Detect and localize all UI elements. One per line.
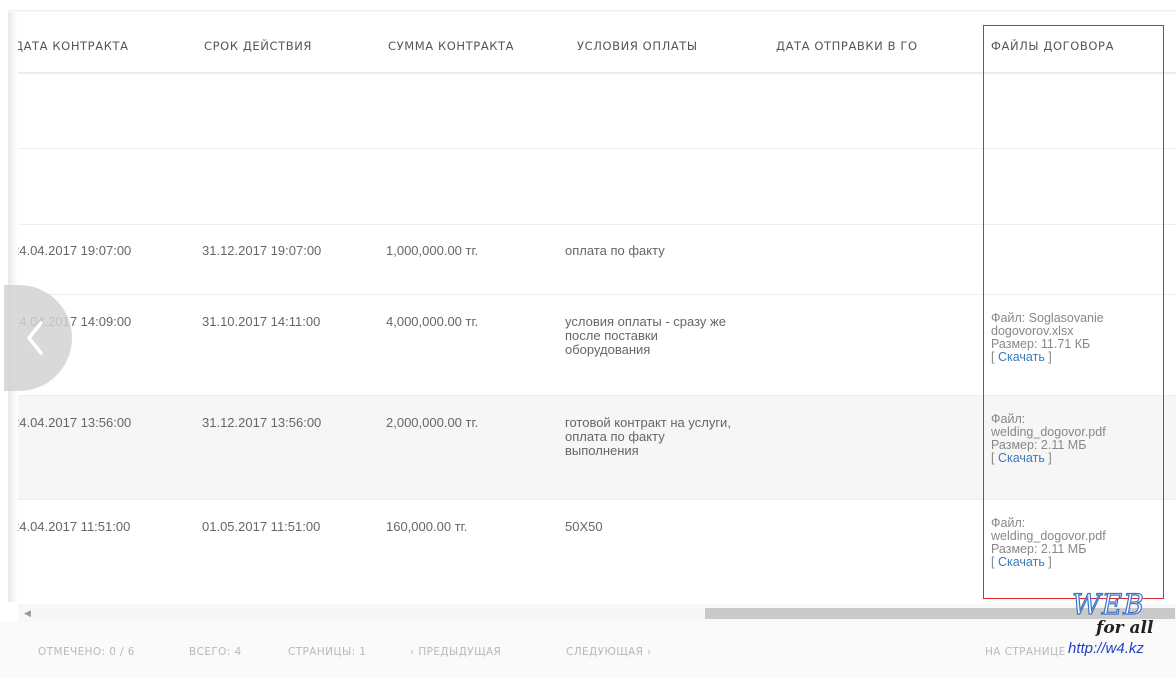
header-amount[interactable]: СУММА КОНТРАКТА [388, 39, 514, 53]
chevron-left-icon [27, 321, 43, 355]
cell-amount: 2,000,000.00 тг. [386, 415, 479, 430]
download-wrapper: [ Скачать ] [991, 451, 1052, 465]
cell-validity: 31.12.2017 13:56:00 [202, 415, 322, 430]
horizontal-scrollbar[interactable]: ◀ [18, 604, 1176, 622]
table-footer: ОТМЕЧЕНО: 0 / 6 ВСЕГО: 4 СТРАНИЦЫ: 1 ‹ П… [0, 622, 1176, 677]
selected-count: ОТМЕЧЕНО: 0 / 6 [38, 646, 135, 658]
header-payment-terms[interactable]: УСЛОВИЯ ОПЛАТЫ [577, 39, 698, 53]
file-info: Файл: welding_dogovor.pdf Размер: 2.11 М… [991, 517, 1141, 569]
download-link[interactable]: Скачать [998, 451, 1045, 465]
table-row[interactable] [18, 149, 1176, 225]
cell-amount: 160,000.00 тг. [386, 519, 468, 534]
total-count: ВСЕГО: 4 [189, 646, 242, 658]
cell-validity: 31.10.2017 14:11:00 [202, 314, 321, 329]
table-row[interactable]: 24.04.2017 13:56:00 31.12.2017 13:56:00 … [18, 396, 1176, 500]
header-sent-date[interactable]: ДАТА ОТПРАВКИ В ГО [776, 39, 918, 53]
header-contract-date[interactable]: ДАТА КОНТРАКТА [18, 39, 129, 53]
pages-count: СТРАНИЦЫ: 1 [288, 646, 367, 658]
contracts-table: ДАТА КОНТРАКТА СРОК ДЕЙСТВИЯ СУММА КОНТР… [18, 12, 1176, 604]
table-row[interactable]: 24.04.2017 11:51:00 01.05.2017 11:51:00 … [18, 500, 1176, 604]
cell-payment-terms: условия оплаты - сразу же после поставки… [565, 314, 726, 357]
watermark-forall: for all [1096, 618, 1154, 638]
cell-contract-date: 24.04.2017 11:51:00 [18, 519, 131, 534]
watermark-url: http://w4.kz [1068, 640, 1144, 657]
header-validity[interactable]: СРОК ДЕЙСТВИЯ [204, 39, 312, 53]
cell-contract-date: 24.04.2017 13:56:00 [18, 415, 132, 430]
header-files[interactable]: ФАЙЛЫ ДОГОВОРА [991, 39, 1114, 53]
cell-amount: 4,000,000.00 тг. [386, 314, 479, 329]
watermark-web: WEB [1071, 587, 1145, 621]
table-row[interactable] [18, 72, 1176, 149]
cell-amount: 1,000,000.00 тг. [386, 243, 479, 258]
cell-validity: 01.05.2017 11:51:00 [202, 519, 321, 534]
cell-payment-terms: 50X50 [565, 519, 603, 534]
cell-payment-terms: готовой контракт на услуги, оплата по фа… [565, 415, 731, 458]
file-info: Файл: welding_dogovor.pdf Размер: 2.11 М… [991, 413, 1141, 465]
table-header: ДАТА КОНТРАКТА СРОК ДЕЙСТВИЯ СУММА КОНТР… [18, 12, 1176, 74]
cell-contract-date: 24.04.2017 19:07:00 [18, 243, 132, 258]
download-wrapper: [ Скачать ] [991, 350, 1052, 364]
cell-payment-terms: оплата по факту [565, 243, 665, 258]
download-link[interactable]: Скачать [998, 555, 1045, 569]
download-wrapper: [ Скачать ] [991, 555, 1052, 569]
scroll-left-arrow-icon[interactable]: ◀ [24, 608, 31, 619]
prev-page-button[interactable]: ‹ ПРЕДЫДУЩАЯ [410, 646, 501, 658]
next-page-button[interactable]: СЛЕДУЮЩАЯ › [566, 646, 652, 658]
download-link[interactable]: Скачать [998, 350, 1045, 364]
file-info: Файл: Soglasovanie dogovorov.xlsx Размер… [991, 312, 1141, 364]
per-page-label: НА СТРАНИЦЕ [985, 646, 1066, 658]
cell-validity: 31.12.2017 19:07:00 [202, 243, 322, 258]
table-row[interactable]: 24.04.2017 19:07:00 31.12.2017 19:07:00 … [18, 225, 1176, 295]
table-row[interactable]: 24.04.2017 14:09:00 31.10.2017 14:11:00 … [18, 295, 1176, 396]
watermark-logo: WEB for all http://w4.kz [1062, 587, 1176, 677]
